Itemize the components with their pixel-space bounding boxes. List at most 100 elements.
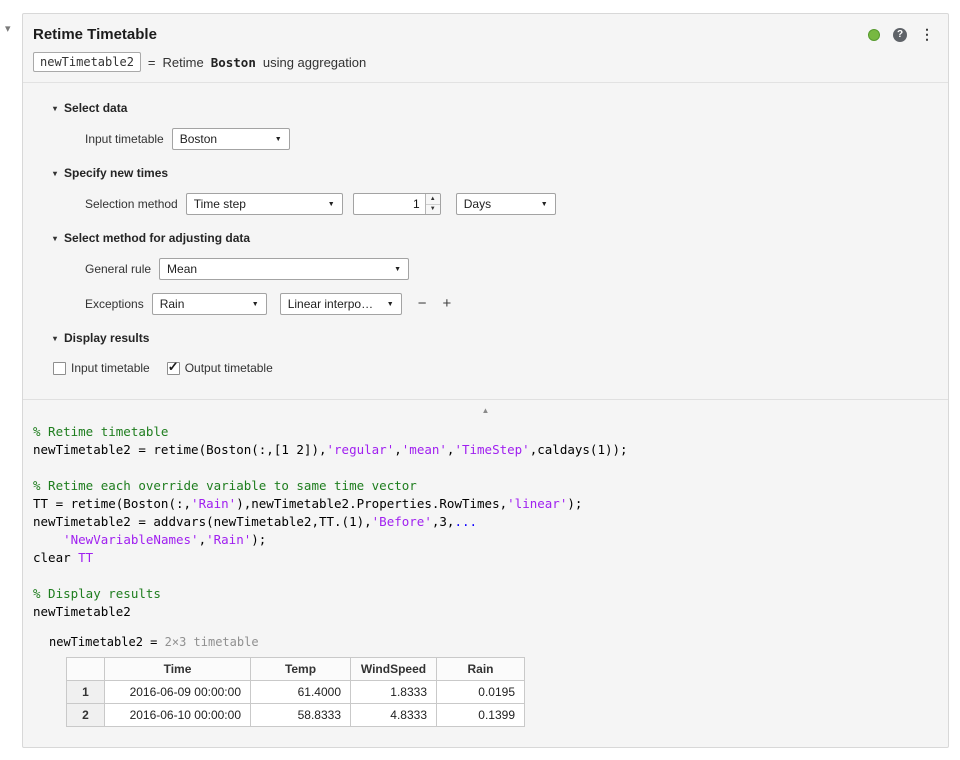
output-area: newTimetable2 = 2×3 timetable TimeTempWi… bbox=[49, 635, 948, 727]
exceptions-label: Exceptions bbox=[85, 297, 144, 311]
chevron-down-icon: ▼ bbox=[275, 136, 282, 143]
output-table: TimeTempWindSpeedRain 12016-06-09 00:00:… bbox=[66, 657, 525, 727]
row-number-cell: 2 bbox=[67, 704, 105, 727]
exceptions-row: Exceptions Rain ▼ Linear interpo… ▼ − + bbox=[85, 293, 948, 315]
table-cell: 61.4000 bbox=[251, 681, 351, 704]
section-title: Display results bbox=[64, 331, 149, 345]
selection-method-dropdown[interactable]: Time step ▼ bbox=[186, 193, 343, 215]
table-cell: 58.8333 bbox=[251, 704, 351, 727]
output-variable-chip[interactable]: newTimetable2 bbox=[33, 52, 141, 72]
dropdown-value: Rain bbox=[160, 297, 185, 311]
output-timetable-checkbox-group[interactable]: ✓ Output timetable bbox=[167, 361, 273, 375]
table-cell: 0.0195 bbox=[437, 681, 525, 704]
selection-method-row: Selection method Time step ▼ 1 ▲ ▼ Days … bbox=[85, 193, 948, 215]
task-controls: ▾ Select data Input timetable Boston ▼ ▾… bbox=[23, 83, 948, 375]
code-line: % Retime each override variable to same … bbox=[33, 477, 938, 495]
dropdown-value: Days bbox=[464, 197, 491, 211]
code-line: 'NewVariableNames','Rain'); bbox=[33, 531, 938, 549]
dropdown-value: Linear interpo… bbox=[288, 297, 373, 311]
code-line bbox=[33, 567, 938, 585]
dropdown-value: Time step bbox=[194, 197, 246, 211]
table-header-cell: Rain bbox=[437, 658, 525, 681]
input-timetable-row: Input timetable Boston ▼ bbox=[85, 128, 948, 150]
input-timetable-checkbox[interactable] bbox=[53, 362, 66, 375]
spinner-down-icon[interactable]: ▼ bbox=[426, 205, 440, 215]
result-variable: newTimetable2 bbox=[49, 635, 143, 649]
general-rule-dropdown[interactable]: Mean ▼ bbox=[159, 258, 409, 280]
chevron-down-icon: ▼ bbox=[394, 266, 401, 273]
page-title: Retime Timetable bbox=[33, 26, 157, 43]
code-line: newTimetable2 bbox=[33, 603, 938, 621]
result-equals: = bbox=[150, 635, 157, 649]
section-specify-new-times[interactable]: ▾ Specify new times bbox=[53, 166, 948, 180]
section-collapse-icon: ▾ bbox=[53, 234, 57, 243]
summary-text-suffix: using aggregation bbox=[263, 55, 366, 70]
section-adjust-method[interactable]: ▾ Select method for adjusting data bbox=[53, 231, 948, 245]
code-block[interactable]: % Retime timetablenewTimetable2 = retime… bbox=[23, 413, 948, 621]
table-cell: 2016-06-09 00:00:00 bbox=[105, 681, 251, 704]
code-line: % Display results bbox=[33, 585, 938, 603]
section-display-results[interactable]: ▾ Display results bbox=[53, 331, 948, 345]
input-timetable-checkbox-group[interactable]: Input timetable bbox=[53, 361, 150, 375]
section-select-data[interactable]: ▾ Select data bbox=[53, 101, 948, 115]
section-collapse-icon: ▾ bbox=[53, 169, 57, 178]
add-exception-button[interactable]: + bbox=[442, 293, 451, 315]
general-rule-row: General rule Mean ▼ bbox=[85, 258, 948, 280]
code-line: clear TT bbox=[33, 549, 938, 567]
table-header-cell: Time bbox=[105, 658, 251, 681]
task-collapse-icon[interactable]: ▾ bbox=[5, 22, 11, 35]
help-icon[interactable]: ? bbox=[893, 28, 907, 42]
output-timetable-checkbox-label: Output timetable bbox=[185, 361, 273, 375]
chevron-down-icon: ▼ bbox=[252, 301, 259, 308]
overflow-menu-icon[interactable]: ⋮ bbox=[920, 26, 934, 43]
code-collapse-splitter[interactable]: ▲ bbox=[23, 399, 948, 413]
spinner-up-icon[interactable]: ▲ bbox=[426, 194, 440, 205]
chevron-down-icon: ▼ bbox=[387, 301, 394, 308]
table-cell: 2016-06-10 00:00:00 bbox=[105, 704, 251, 727]
section-collapse-icon: ▾ bbox=[53, 334, 57, 343]
table-cell: 4.8333 bbox=[351, 704, 437, 727]
selection-method-label: Selection method bbox=[85, 197, 178, 211]
table-row: 12016-06-09 00:00:0061.40001.83330.0195 bbox=[67, 681, 525, 704]
exception-variable-dropdown[interactable]: Rain ▼ bbox=[152, 293, 267, 315]
section-title: Select data bbox=[64, 101, 127, 115]
remove-exception-button[interactable]: − bbox=[418, 293, 427, 315]
check-icon: ✓ bbox=[168, 359, 179, 375]
code-line: % Retime timetable bbox=[33, 423, 938, 441]
display-results-row: Input timetable ✓ Output timetable bbox=[53, 361, 948, 375]
code-line: TT = retime(Boston(:,'Rain'),newTimetabl… bbox=[33, 495, 938, 513]
result-line: newTimetable2 = 2×3 timetable bbox=[49, 635, 948, 649]
table-header-cell: WindSpeed bbox=[351, 658, 437, 681]
dropdown-value: Boston bbox=[180, 132, 217, 146]
exception-method-dropdown[interactable]: Linear interpo… ▼ bbox=[280, 293, 402, 315]
general-rule-label: General rule bbox=[85, 262, 151, 276]
table-cell: 0.1399 bbox=[437, 704, 525, 727]
section-title: Specify new times bbox=[64, 166, 168, 180]
table-row: 22016-06-10 00:00:0058.83334.83330.1399 bbox=[67, 704, 525, 727]
table-cell: 1.8333 bbox=[351, 681, 437, 704]
section-collapse-icon: ▾ bbox=[53, 104, 57, 113]
task-summary: newTimetable2 = Retime Boston using aggr… bbox=[33, 52, 934, 72]
result-type-label: 2×3 timetable bbox=[165, 635, 259, 649]
input-timetable-label: Input timetable bbox=[85, 132, 164, 146]
code-line bbox=[33, 459, 938, 477]
input-timetable-checkbox-label: Input timetable bbox=[71, 361, 150, 375]
status-icon[interactable] bbox=[868, 29, 880, 41]
collapse-code-icon[interactable]: ▲ bbox=[482, 406, 490, 415]
table-header-cell bbox=[67, 658, 105, 681]
code-line: newTimetable2 = addvars(newTimetable2,TT… bbox=[33, 513, 938, 531]
summary-input-variable: Boston bbox=[211, 55, 256, 70]
output-timetable-checkbox[interactable]: ✓ bbox=[167, 362, 180, 375]
input-timetable-dropdown[interactable]: Boston ▼ bbox=[172, 128, 290, 150]
chevron-down-icon: ▼ bbox=[541, 201, 548, 208]
output-table-body: 12016-06-09 00:00:0061.40001.83330.01952… bbox=[67, 681, 525, 727]
chevron-down-icon: ▼ bbox=[328, 201, 335, 208]
table-header-cell: Temp bbox=[251, 658, 351, 681]
dropdown-value: Mean bbox=[167, 262, 197, 276]
section-title: Select method for adjusting data bbox=[64, 231, 250, 245]
time-step-input[interactable]: 1 ▲ ▼ bbox=[353, 193, 441, 215]
code-line: newTimetable2 = retime(Boston(:,[1 2]),'… bbox=[33, 441, 938, 459]
output-table-header-row: TimeTempWindSpeedRain bbox=[67, 658, 525, 681]
time-unit-dropdown[interactable]: Days ▼ bbox=[456, 193, 556, 215]
equals-sign: = bbox=[148, 55, 156, 70]
